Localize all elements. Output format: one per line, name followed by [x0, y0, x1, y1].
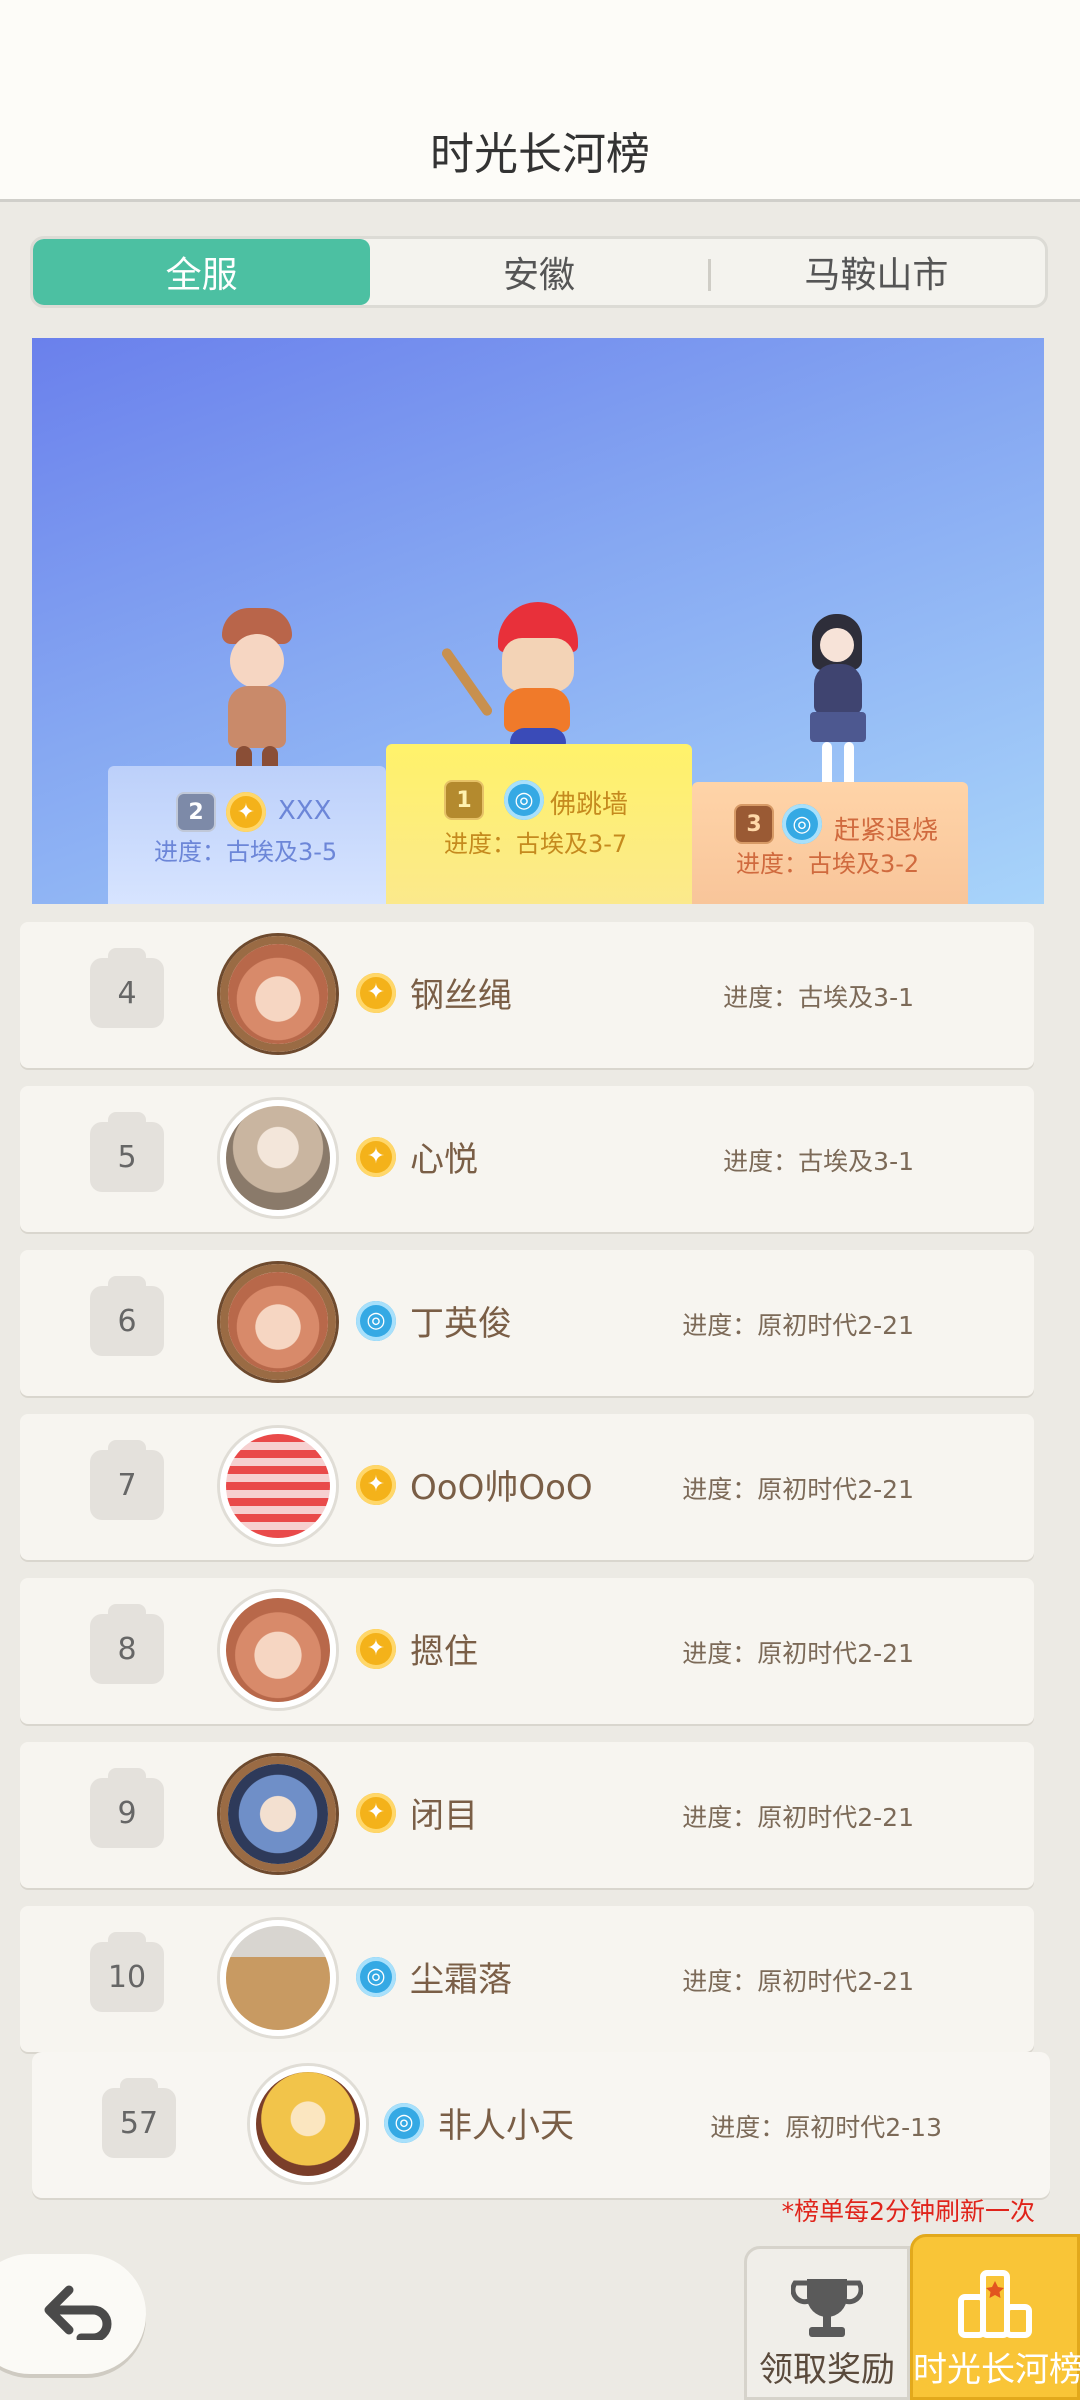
blue-badge-icon: ◎	[356, 1300, 396, 1341]
top-three-podium: 2 ✦ XXX 进度：古埃及3-5 1 ◎ 佛跳墙 进度：古埃及3-7 3 ◎ …	[32, 338, 1044, 904]
my-rank-row[interactable]: 57 ◎ 非人小天 进度：原初时代2-13	[32, 2052, 1050, 2198]
player-name: OoO帅OoO	[410, 1468, 593, 1508]
tab-anhui[interactable]: 安徽	[370, 239, 707, 305]
player-progress: 进度：原初时代2-21	[682, 1967, 914, 1996]
rank-number: 57	[102, 2078, 176, 2158]
player-name: 闭目	[410, 1796, 478, 1836]
blue-badge-icon: ◎	[384, 2102, 424, 2143]
trophy-icon	[790, 2275, 864, 2345]
gold-badge-icon: ✦	[356, 972, 396, 1013]
rank-1-progress: 进度：古埃及3-7	[444, 830, 628, 858]
rank-3-medal-icon: 3	[734, 804, 774, 844]
rank-label: 时光长河榜	[913, 2350, 1080, 2390]
gold-badge-icon: ✦	[356, 1136, 396, 1177]
avatar[interactable]	[220, 1592, 336, 1708]
rank-number: 5	[90, 1112, 164, 1192]
rank-2-progress: 进度：古埃及3-5	[154, 838, 338, 866]
podium-icon	[955, 2267, 1035, 2343]
rank-2-name: XXX	[278, 796, 332, 826]
rank-1-badge-icon: ◎	[504, 780, 544, 820]
player-name: 钢丝绳	[410, 976, 512, 1016]
rank-2-badge-icon: ✦	[226, 792, 266, 832]
reward-label: 领取奖励	[759, 2350, 895, 2390]
rank-3-progress: 进度：古埃及3-2	[736, 850, 920, 878]
list-item[interactable]: 4 ✦ 钢丝绳 进度：古埃及3-1	[20, 922, 1034, 1068]
player-name: 心悦	[410, 1140, 478, 1180]
blue-badge-icon: ◎	[356, 1956, 396, 1997]
page-title: 时光长河榜	[430, 129, 650, 180]
player-name: 非人小天	[438, 2106, 574, 2146]
rank-1-name: 佛跳墙	[550, 790, 629, 820]
list-item[interactable]: 6 ◎ 丁英俊 进度：原初时代2-21	[20, 1250, 1034, 1396]
back-arrow-icon	[41, 2284, 115, 2344]
avatar[interactable]	[250, 2066, 366, 2182]
avatar[interactable]	[220, 1920, 336, 2036]
list-item[interactable]: 10 ◎ 尘霜落 进度：原初时代2-21	[20, 1906, 1034, 2052]
avatar[interactable]	[220, 1100, 336, 1216]
player-progress: 进度：古埃及3-1	[723, 1147, 914, 1176]
player-progress: 进度：原初时代2-21	[682, 1475, 914, 1504]
time-river-rank-button[interactable]: 时光长河榜	[910, 2234, 1080, 2400]
gold-badge-icon: ✦	[356, 1628, 396, 1669]
rank-3-character[interactable]	[788, 614, 888, 794]
list-item[interactable]: 9 ✦ 闭目 进度：原初时代2-21	[20, 1742, 1034, 1888]
rank-2-medal-icon: 2	[176, 792, 216, 832]
tab-all-server[interactable]: 全服	[33, 239, 371, 305]
region-tabs: 全服 安徽 马鞍山市	[30, 236, 1048, 308]
player-progress: 进度：原初时代2-21	[682, 1803, 914, 1832]
claim-reward-button[interactable]: 领取奖励	[744, 2246, 910, 2400]
player-name: 丁英俊	[410, 1304, 512, 1344]
rank-number: 7	[90, 1440, 164, 1520]
gold-badge-icon: ✦	[356, 1464, 396, 1505]
podium-third: 3 ◎ 赶紧退烧 进度：古埃及3-2	[692, 782, 968, 904]
avatar[interactable]	[220, 1756, 336, 1872]
avatar[interactable]	[220, 936, 336, 1052]
podium-second: 2 ✦ XXX 进度：古埃及3-5	[108, 766, 386, 904]
back-button[interactable]	[0, 2254, 146, 2374]
rank-number: 10	[90, 1932, 164, 2012]
rank-1-medal-icon: 1	[444, 780, 484, 820]
list-item[interactable]: 8 ✦ 摁住 进度：原初时代2-21	[20, 1578, 1034, 1724]
player-progress: 进度：原初时代2-21	[682, 1311, 914, 1340]
podium-first: 1 ◎ 佛跳墙 进度：古埃及3-7	[386, 744, 692, 904]
gold-badge-icon: ✦	[356, 1792, 396, 1833]
rank-number: 4	[90, 948, 164, 1028]
player-name: 摁住	[410, 1632, 478, 1672]
avatar[interactable]	[220, 1264, 336, 1380]
player-progress: 进度：古埃及3-1	[723, 983, 914, 1012]
refresh-note: *榜单每2分钟刷新一次	[781, 2197, 1035, 2226]
rank-3-badge-icon: ◎	[782, 804, 822, 844]
tab-maanshan[interactable]: 马鞍山市	[707, 239, 1045, 305]
player-name: 尘霜落	[410, 1960, 512, 2000]
rank-number: 6	[90, 1276, 164, 1356]
avatar[interactable]	[220, 1428, 336, 1544]
list-item[interactable]: 7 ✦ OoO帅OoO 进度：原初时代2-21	[20, 1414, 1034, 1560]
list-item[interactable]: 5 ✦ 心悦 进度：古埃及3-1	[20, 1086, 1034, 1232]
rank-3-name: 赶紧退烧	[834, 816, 939, 846]
rank-number: 8	[90, 1604, 164, 1684]
player-progress: 进度：原初时代2-21	[682, 1639, 914, 1668]
rank-2-character[interactable]	[192, 598, 322, 770]
header-bar: 时光长河榜	[0, 0, 1080, 202]
rank-number: 9	[90, 1768, 164, 1848]
rank-1-character[interactable]	[439, 602, 602, 752]
player-progress: 进度：原初时代2-13	[710, 2113, 942, 2142]
